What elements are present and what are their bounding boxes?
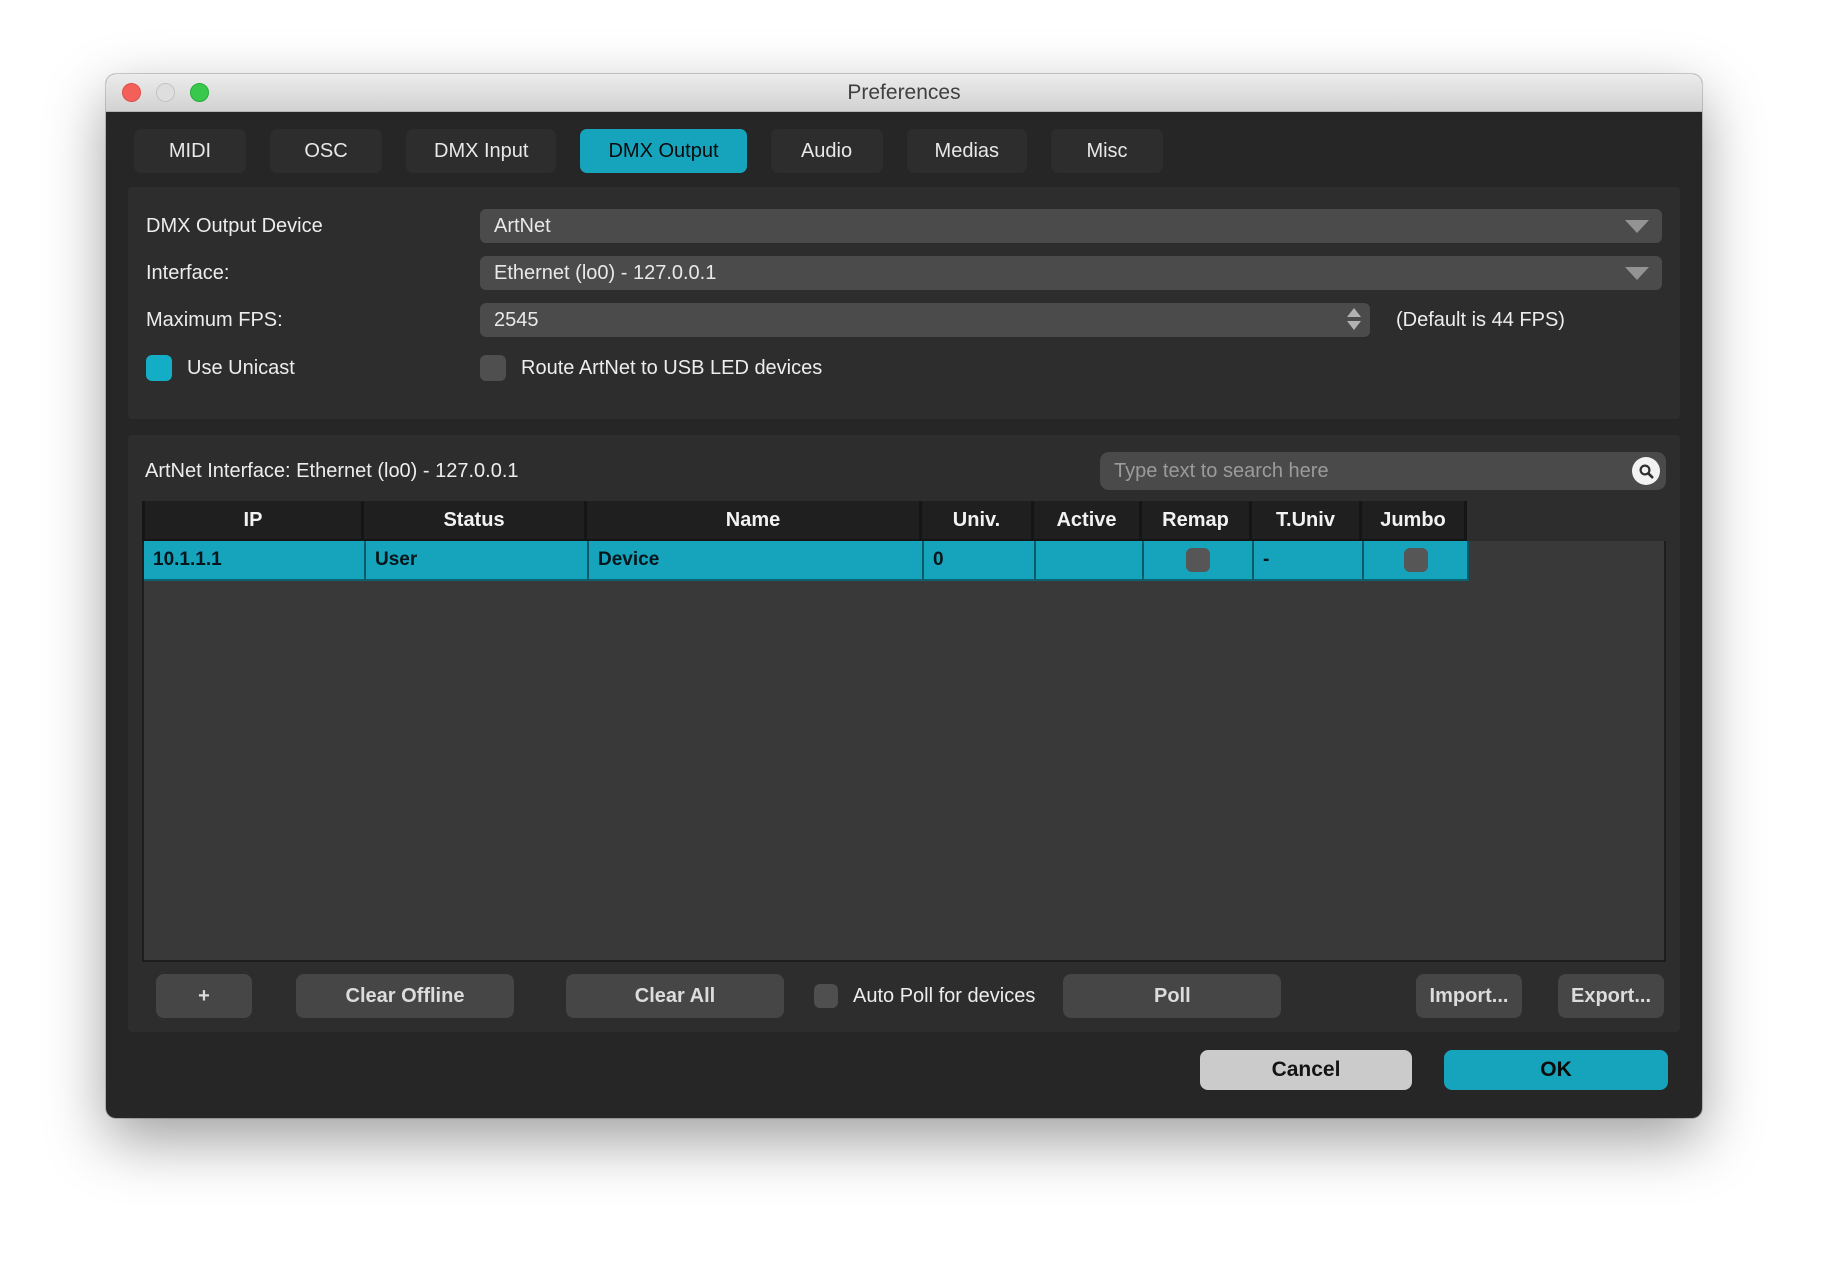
fps-default-hint: (Default is 44 FPS) (1396, 309, 1565, 332)
chevron-down-icon (1625, 220, 1649, 233)
use-unicast-label: Use Unicast (187, 357, 295, 380)
table-body: 10.1.1.1 User Device 0 - (142, 541, 1666, 962)
fps-input[interactable] (480, 309, 1370, 332)
fps-stepper (480, 303, 1370, 337)
col-name: Name (587, 501, 922, 541)
window-title: Preferences (106, 74, 1702, 112)
cell-univ: 0 (924, 541, 1036, 581)
chevron-down-icon (1625, 267, 1649, 280)
route-usb-checkbox[interactable] (480, 355, 506, 381)
screen: Preferences MIDI OSC DMX Input DMX Outpu… (0, 0, 1824, 1268)
output-settings-panel: DMX Output Device ArtNet Interface: Ethe… (128, 187, 1680, 419)
table-header-row: IP Status Name Univ. Active Remap T.Univ… (142, 501, 1666, 541)
poll-button[interactable]: Poll (1063, 974, 1281, 1018)
spinner-up-icon (1347, 308, 1361, 317)
col-jumbo: Jumbo (1362, 501, 1467, 541)
interface-label: Interface: (146, 262, 480, 285)
device-dropdown[interactable]: ArtNet (480, 209, 1662, 243)
devices-table: IP Status Name Univ. Active Remap T.Univ… (142, 501, 1666, 962)
col-ip: IP (142, 501, 364, 541)
table-row[interactable]: 10.1.1.1 User Device 0 - (144, 541, 1664, 581)
clear-all-button[interactable]: Clear All (566, 974, 784, 1018)
zoom-button[interactable] (190, 83, 209, 102)
use-unicast-checkbox[interactable] (146, 355, 172, 381)
col-univ: Univ. (922, 501, 1034, 541)
tab-dmx-output[interactable]: DMX Output (580, 129, 746, 173)
device-actions: + Clear Offline Clear All Auto Poll for … (142, 974, 1666, 1018)
remap-checkbox[interactable] (1186, 548, 1210, 572)
tab-midi[interactable]: MIDI (134, 129, 246, 173)
export-button[interactable]: Export... (1558, 974, 1664, 1018)
interface-dropdown[interactable]: Ethernet (lo0) - 127.0.0.1 (480, 256, 1662, 290)
auto-poll-label: Auto Poll for devices (853, 985, 1035, 1008)
clear-offline-button[interactable]: Clear Offline (296, 974, 514, 1018)
cell-remap (1144, 541, 1254, 581)
minimize-button[interactable] (156, 83, 175, 102)
interface-value: Ethernet (lo0) - 127.0.0.1 (494, 262, 716, 285)
device-value: ArtNet (494, 215, 551, 238)
fps-row: Maximum FPS: (Default is 44 FPS) (146, 303, 1662, 337)
dialog-footer: Cancel OK (106, 1032, 1702, 1118)
interface-row: Interface: Ethernet (lo0) - 127.0.0.1 (146, 256, 1662, 290)
search-input[interactable] (1114, 460, 1632, 483)
tab-osc[interactable]: OSC (270, 129, 382, 173)
search-icon[interactable] (1632, 457, 1660, 485)
cell-ip: 10.1.1.1 (144, 541, 366, 581)
cell-name: Device (589, 541, 924, 581)
col-active: Active (1034, 501, 1142, 541)
col-remap: Remap (1142, 501, 1252, 541)
unicast-group: Use Unicast (146, 355, 480, 381)
auto-poll-group: Auto Poll for devices (814, 984, 1035, 1008)
ok-button[interactable]: OK (1444, 1050, 1668, 1090)
route-usb-group: Route ArtNet to USB LED devices (480, 355, 822, 381)
route-usb-label: Route ArtNet to USB LED devices (521, 357, 822, 380)
artnet-devices-panel: ArtNet Interface: Ethernet (lo0) - 127.0… (128, 435, 1680, 1032)
add-device-button[interactable]: + (156, 974, 252, 1018)
titlebar: Preferences (106, 74, 1702, 112)
tab-dmx-input[interactable]: DMX Input (406, 129, 556, 173)
traffic-lights (122, 83, 209, 102)
device-search (1100, 452, 1666, 490)
cell-active (1036, 541, 1144, 581)
import-button[interactable]: Import... (1416, 974, 1522, 1018)
cell-jumbo (1364, 541, 1469, 581)
auto-poll-checkbox[interactable] (814, 984, 838, 1008)
cell-status: User (366, 541, 589, 581)
devices-heading: ArtNet Interface: Ethernet (lo0) - 127.0… (142, 460, 519, 483)
tab-bar: MIDI OSC DMX Input DMX Output Audio Medi… (134, 129, 1702, 173)
tab-medias[interactable]: Medias (907, 129, 1027, 173)
spinner-down-icon (1347, 321, 1361, 330)
cell-t-univ: - (1254, 541, 1364, 581)
devices-header: ArtNet Interface: Ethernet (lo0) - 127.0… (142, 451, 1666, 491)
checkbox-row: Use Unicast Route ArtNet to USB LED devi… (146, 350, 1662, 386)
fps-spinner[interactable] (1347, 308, 1361, 330)
preferences-window: Preferences MIDI OSC DMX Input DMX Outpu… (106, 74, 1702, 1118)
col-t-univ: T.Univ (1252, 501, 1362, 541)
tab-misc[interactable]: Misc (1051, 129, 1163, 173)
tab-audio[interactable]: Audio (771, 129, 883, 173)
device-label: DMX Output Device (146, 215, 480, 238)
close-button[interactable] (122, 83, 141, 102)
jumbo-checkbox[interactable] (1404, 548, 1428, 572)
col-status: Status (364, 501, 587, 541)
fps-label: Maximum FPS: (146, 309, 480, 332)
device-row: DMX Output Device ArtNet (146, 209, 1662, 243)
cancel-button[interactable]: Cancel (1200, 1050, 1412, 1090)
